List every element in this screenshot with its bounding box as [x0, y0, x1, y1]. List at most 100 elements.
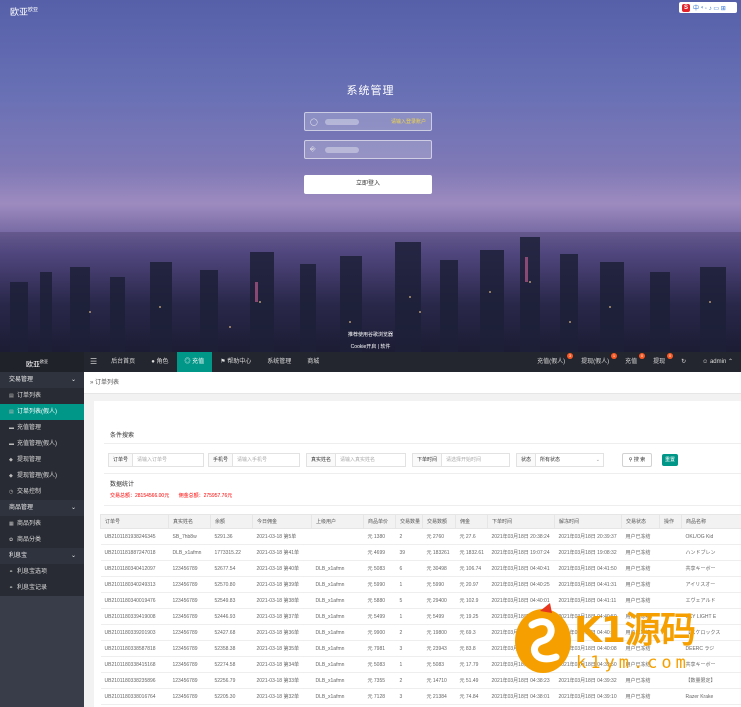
lock-icon: ⎆ — [310, 145, 316, 153]
table-cell: 2 — [395, 672, 423, 689]
nav-withdraw-fake[interactable]: 提现(假人) 1 — [573, 352, 618, 372]
sidebar-item-goods-category[interactable]: ✿ 商品分类 — [0, 532, 84, 548]
table-cell: 元 23943 — [422, 640, 456, 657]
clock-icon: ◷ — [9, 489, 14, 495]
table-cell: 元 5990 — [363, 576, 396, 593]
realname-input[interactable]: 请输入真实姓名 — [336, 454, 379, 466]
table-cell: DLB_x1afmn — [311, 624, 364, 641]
table-cell: 元 29400 — [422, 592, 456, 609]
table-cell: UB2101180340249313 — [100, 576, 169, 593]
table-cell: 39 — [395, 544, 423, 561]
table-cell: 元 106.74 — [455, 560, 488, 577]
username-field[interactable]: ◯ 请输入登录账户 — [304, 112, 432, 131]
sidebar-item-withdraw[interactable]: ◆ 提现管理 — [0, 452, 84, 468]
password-field[interactable]: ⎆ — [304, 140, 432, 159]
table-cell: 元 51.49 — [455, 672, 488, 689]
login-button[interactable]: 立即登入 — [304, 175, 432, 194]
refresh-icon[interactable]: ↻ — [673, 352, 694, 372]
sidebar-item-recharge[interactable]: ▬ 充值管理 — [0, 420, 84, 436]
ime-status-icons: 中 ⁴ ◦ ♪ ▭ ⊞ — [693, 6, 726, 12]
realname-filter[interactable]: 真实姓名 请输入真实姓名 — [306, 453, 406, 467]
column-header: 上级用户 — [311, 514, 364, 529]
sidebar-item-orders-fake[interactable]: ▤ 订单列表(假人) — [0, 404, 84, 420]
table-cell: 元 21384 — [422, 688, 456, 705]
table-row[interactable]: UB2101181887247018 DLB_x1afmn 1773315.22 20… — [100, 544, 741, 561]
table-cell: 用户已冻结 — [621, 560, 660, 577]
table-cell: UB2101180338235896 — [100, 672, 169, 689]
menu-toggle-icon[interactable]: ☰ — [84, 352, 103, 372]
column-header: 真实姓名 — [168, 514, 211, 529]
stats-section-title: 数据统计 — [110, 482, 135, 488]
table-cell: 元 14710 — [422, 672, 456, 689]
table-cell: DLB_x1afmn — [311, 560, 364, 577]
column-header: 交易数量 — [395, 514, 423, 529]
sidebar-item-goods-list[interactable]: ▦ 商品列表 — [0, 516, 84, 532]
nav-recharge[interactable]: ◎ 充值 — [176, 352, 213, 372]
table-cell: 2021年03月18日 04:41:50 — [554, 560, 622, 577]
username-hint: 请输入登录账户 — [390, 119, 426, 125]
table-cell: 元 19800 — [422, 624, 456, 641]
status-select[interactable]: 所有状态 — [536, 454, 564, 466]
table-cell — [311, 544, 364, 561]
table-cell — [311, 528, 364, 545]
password-blurred — [325, 146, 359, 153]
table-cell — [659, 544, 682, 561]
table-cell: 共享キーボー — [681, 560, 741, 577]
k1ym-watermark: K1源码 k1ym.com — [510, 595, 741, 695]
table-row[interactable]: UB2101181938246345 SB_7hb8w 5291.36 2021-03… — [100, 528, 741, 545]
table-cell: 1 — [395, 656, 423, 673]
status-filter[interactable]: 状态 所有状态 ⌄ — [516, 453, 604, 467]
sidebar-group-goods[interactable]: 商品管理 ⌄ — [0, 500, 84, 516]
sidebar-item-withdraw-fake[interactable]: ◆ 提现管理(假人) — [0, 468, 84, 484]
search-button[interactable]: ⚲ 搜 索 — [622, 453, 652, 467]
stats-values: 交易总额：28154566.00元 佣金总额：275957.76元 — [110, 492, 240, 499]
chevron-down-icon: ⌄ — [70, 377, 76, 383]
chevron-down-icon: ⌄ — [595, 457, 600, 463]
time-input[interactable]: 请选择开始时间 — [442, 454, 485, 466]
sidebar-item-orders[interactable]: ▤ 订单列表 — [0, 388, 84, 404]
table-cell: 元 5083 — [422, 656, 456, 673]
nav-system[interactable]: 系统管理 — [259, 352, 299, 372]
watermark-url: k1ym.com — [576, 653, 690, 673]
sidebar-item-trade-control[interactable]: ◷ 交易控制 — [0, 484, 84, 500]
table-cell: 6 — [395, 560, 423, 577]
order-no-input[interactable]: 请输入订单号 — [133, 454, 171, 466]
sidebar-group-trade[interactable]: 交易管理 ⌄ — [0, 372, 84, 388]
table-cell: 元 2760 — [422, 528, 456, 545]
table-cell: 元 30498 — [422, 560, 456, 577]
time-filter[interactable]: 下单时间 请选择开始时间 — [412, 453, 510, 467]
sidebar-item-interest-options[interactable]: ⚭ 利息宝选项 — [0, 564, 84, 580]
table-row[interactable]: UB2101180340412097 123456789 52677.54 2021-… — [100, 560, 741, 577]
nav-withdraw-count[interactable]: 提现 0 — [645, 352, 674, 372]
table-cell: 2021-03-18 第41单 — [252, 544, 312, 561]
table-cell: 元 1380 — [363, 528, 396, 545]
nav-recharge-count[interactable]: 充值 0 — [617, 352, 646, 372]
sidebar-group-interest[interactable]: 利息宝 ⌄ — [0, 548, 84, 564]
table-cell: UB2101181938246345 — [100, 528, 169, 545]
table-cell: 元 5880 — [363, 592, 396, 609]
table-cell: 元 69.3 — [455, 624, 488, 641]
sidebar-item-interest-records[interactable]: ⚭ 利息宝记录 — [0, 580, 84, 596]
table-cell: UB2101180338016764 — [100, 688, 169, 705]
nav-mall[interactable]: 商城 — [299, 352, 327, 372]
ime-toolbar[interactable]: S 中 ⁴ ◦ ♪ ▭ ⊞ — [679, 2, 737, 13]
order-no-filter[interactable]: 订单号 请输入订单号 — [108, 453, 204, 467]
table-cell: アイリスオー — [681, 576, 741, 593]
phone-filter[interactable]: 手机号 请输入手机号 — [208, 453, 300, 467]
table-row[interactable]: UB2101180340249313 123456789 52570.80 2021-… — [100, 576, 741, 593]
user-menu[interactable]: ☺ admin ⌃ — [694, 352, 741, 372]
phone-input[interactable]: 请输入手机号 — [233, 454, 271, 466]
nav-home[interactable]: 后台首页 — [103, 352, 143, 372]
table-cell: 2021-03-18 第34单 — [252, 656, 312, 673]
login-logo: 欧亚欧亚 — [10, 7, 39, 17]
nav-help[interactable]: ⚑ 帮助中心 — [212, 352, 259, 372]
reset-button[interactable]: 重置 — [662, 454, 678, 466]
nav-roles[interactable]: ● 角色 — [143, 352, 176, 372]
sidebar-item-recharge-fake[interactable]: ▬ 充值管理(假人) — [0, 436, 84, 452]
sogou-icon: S — [682, 3, 690, 12]
table-cell: 1 — [395, 576, 423, 593]
table-cell: 元 4699 — [363, 544, 396, 561]
chevron-down-icon: ⌄ — [70, 505, 76, 511]
chevron-down-icon: ⌄ — [70, 553, 76, 559]
nav-recharge-fake[interactable]: 充值(假人) 3 — [529, 352, 574, 372]
